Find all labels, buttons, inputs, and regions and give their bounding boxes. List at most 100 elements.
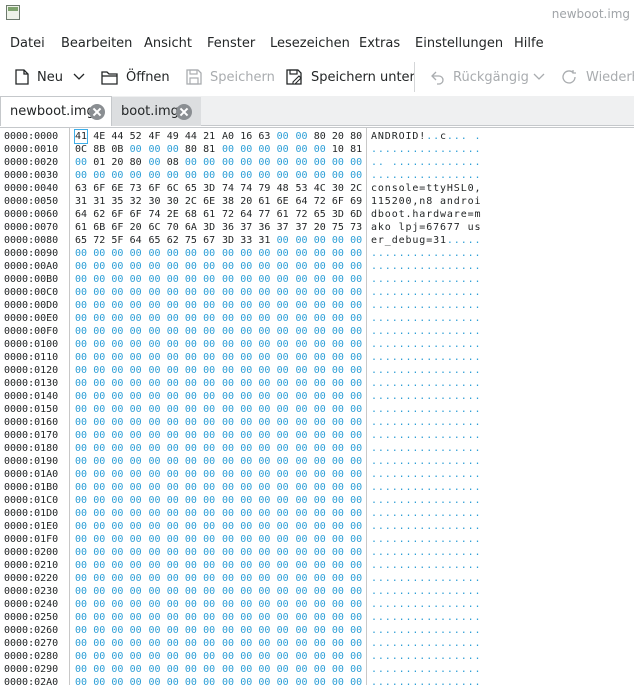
char-cell[interactable]: . bbox=[426, 364, 432, 377]
char-cell[interactable]: . bbox=[426, 325, 432, 338]
char-cell[interactable]: . bbox=[475, 637, 481, 650]
char-cell[interactable]: . bbox=[399, 416, 405, 429]
char-cell[interactable]: 0 bbox=[468, 182, 474, 195]
char-cell[interactable]: . bbox=[385, 260, 391, 273]
hex-byte[interactable]: 00 bbox=[296, 533, 308, 546]
char-cell[interactable]: . bbox=[426, 481, 432, 494]
char-cell[interactable]: . bbox=[392, 143, 398, 156]
char-cell[interactable]: . bbox=[426, 507, 432, 520]
hex-byte[interactable]: 00 bbox=[111, 598, 123, 611]
char-cell[interactable]: . bbox=[412, 143, 418, 156]
hex-byte[interactable]: 00 bbox=[314, 533, 326, 546]
char-cell[interactable]: . bbox=[406, 325, 412, 338]
char-cell[interactable]: . bbox=[419, 403, 425, 416]
char-cell[interactable]: . bbox=[399, 598, 405, 611]
menu-fenster[interactable]: Fenster bbox=[207, 36, 255, 51]
char-cell[interactable]: . bbox=[378, 481, 384, 494]
char-cell[interactable]: t bbox=[399, 208, 405, 221]
hex-byte[interactable]: 00 bbox=[277, 481, 289, 494]
hex-byte[interactable]: 00 bbox=[240, 663, 252, 676]
hex-byte[interactable]: 00 bbox=[332, 481, 344, 494]
hex-byte[interactable]: 00 bbox=[240, 364, 252, 377]
char-cell[interactable]: . bbox=[454, 416, 460, 429]
hex-byte[interactable]: 00 bbox=[130, 312, 142, 325]
char-cell[interactable]: = bbox=[426, 234, 432, 247]
hex-byte[interactable]: 4E bbox=[93, 130, 105, 143]
char-cell[interactable]: . bbox=[392, 286, 398, 299]
char-cell[interactable]: . bbox=[426, 520, 432, 533]
char-cell[interactable]: . bbox=[412, 299, 418, 312]
char-cell[interactable]: . bbox=[468, 611, 474, 624]
char-cell[interactable]: . bbox=[371, 598, 377, 611]
hex-byte[interactable]: 00 bbox=[332, 598, 344, 611]
char-cell[interactable]: . bbox=[399, 312, 405, 325]
char-cell[interactable]: . bbox=[406, 260, 412, 273]
char-cell[interactable]: r bbox=[454, 208, 460, 221]
hex-byte[interactable]: 00 bbox=[93, 468, 105, 481]
char-cell[interactable]: . bbox=[399, 169, 405, 182]
char-cell[interactable]: . bbox=[371, 299, 377, 312]
hex-byte[interactable]: 00 bbox=[203, 650, 215, 663]
char-cell[interactable]: . bbox=[433, 546, 439, 559]
hex-byte[interactable]: 00 bbox=[111, 247, 123, 260]
char-cell[interactable]: . bbox=[399, 338, 405, 351]
char-cell[interactable]: . bbox=[378, 390, 384, 403]
hex-byte[interactable]: 00 bbox=[296, 390, 308, 403]
char-cell[interactable]: . bbox=[454, 403, 460, 416]
hex-byte[interactable]: 00 bbox=[185, 403, 197, 416]
char-cell[interactable]: . bbox=[392, 299, 398, 312]
hex-byte[interactable]: 31 bbox=[93, 195, 105, 208]
hex-byte[interactable]: 00 bbox=[332, 169, 344, 182]
hex-byte[interactable]: 00 bbox=[332, 650, 344, 663]
hex-byte[interactable]: 00 bbox=[167, 520, 179, 533]
char-cell[interactable]: y bbox=[440, 182, 446, 195]
hex-byte[interactable]: 00 bbox=[111, 429, 123, 442]
hex-byte[interactable]: 00 bbox=[75, 312, 87, 325]
hex-byte[interactable]: 00 bbox=[258, 338, 270, 351]
hex-byte[interactable]: 21 bbox=[203, 130, 215, 143]
char-cell[interactable]: . bbox=[419, 377, 425, 390]
char-cell[interactable]: . bbox=[426, 377, 432, 390]
hex-byte[interactable]: 3D bbox=[332, 208, 344, 221]
char-cell[interactable]: . bbox=[454, 351, 460, 364]
char-cell[interactable]: . bbox=[406, 455, 412, 468]
char-cell[interactable]: u bbox=[468, 221, 474, 234]
hex-byte[interactable]: 00 bbox=[314, 390, 326, 403]
char-cell[interactable]: r bbox=[461, 195, 467, 208]
char-cell[interactable]: . bbox=[385, 416, 391, 429]
hex-byte[interactable]: 00 bbox=[111, 637, 123, 650]
char-cell[interactable]: . bbox=[426, 390, 432, 403]
hex-byte[interactable]: 00 bbox=[222, 585, 234, 598]
hex-byte[interactable]: 00 bbox=[130, 468, 142, 481]
hex-byte[interactable]: 00 bbox=[185, 286, 197, 299]
hex-byte[interactable]: 00 bbox=[222, 572, 234, 585]
hex-byte[interactable]: 00 bbox=[185, 325, 197, 338]
char-cell[interactable]: . bbox=[454, 637, 460, 650]
hex-byte[interactable]: 64 bbox=[296, 195, 308, 208]
char-cell[interactable]: . bbox=[447, 455, 453, 468]
char-cell[interactable]: i bbox=[475, 195, 481, 208]
char-cell[interactable]: . bbox=[399, 364, 405, 377]
hex-byte[interactable]: 00 bbox=[222, 312, 234, 325]
char-cell[interactable]: . bbox=[447, 156, 453, 169]
hex-byte[interactable]: 00 bbox=[111, 533, 123, 546]
char-cell[interactable]: . bbox=[419, 481, 425, 494]
hex-byte[interactable]: 00 bbox=[222, 611, 234, 624]
hex-byte[interactable]: 00 bbox=[130, 143, 142, 156]
hex-byte[interactable]: 00 bbox=[296, 442, 308, 455]
hex-byte[interactable]: 00 bbox=[296, 455, 308, 468]
hex-byte[interactable]: 00 bbox=[149, 312, 161, 325]
menu-ansicht[interactable]: Ansicht bbox=[144, 36, 192, 51]
char-cell[interactable]: 6 bbox=[426, 221, 432, 234]
hex-byte[interactable]: 00 bbox=[258, 429, 270, 442]
char-cell[interactable]: . bbox=[399, 455, 405, 468]
char-cell[interactable]: . bbox=[440, 273, 446, 286]
char-cell[interactable]: . bbox=[475, 611, 481, 624]
char-cell[interactable]: . bbox=[433, 598, 439, 611]
char-cell[interactable]: . bbox=[433, 338, 439, 351]
char-cell[interactable]: . bbox=[433, 286, 439, 299]
char-cell[interactable]: . bbox=[447, 611, 453, 624]
char-cell[interactable]: . bbox=[371, 169, 377, 182]
char-cell[interactable]: . bbox=[385, 143, 391, 156]
hex-byte[interactable]: 72 bbox=[296, 208, 308, 221]
